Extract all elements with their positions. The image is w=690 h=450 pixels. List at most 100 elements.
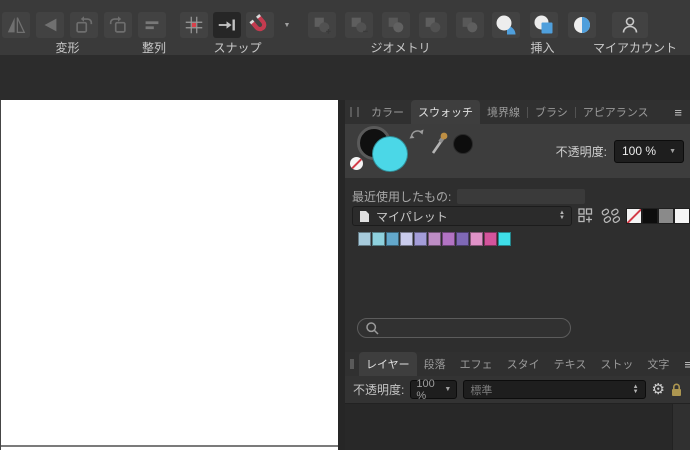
flip-horizontal-icon bbox=[5, 14, 27, 36]
opacity-value: 100 % bbox=[622, 144, 656, 158]
my-account-button[interactable] bbox=[612, 12, 648, 38]
add-swatch-button[interactable] bbox=[578, 208, 595, 224]
tab-stroke[interactable]: 境界線 bbox=[480, 100, 527, 124]
tab-color[interactable]: カラー bbox=[364, 100, 411, 124]
fill-color-well[interactable] bbox=[372, 136, 408, 172]
flip-vertical-icon bbox=[39, 14, 61, 36]
workspace: カラー スウォッチ 境界線 ブラシ アピアランス ≡ bbox=[0, 100, 690, 450]
palette-row: マイパレット ▲▼ bbox=[352, 206, 690, 226]
toolbar-group-label-geometry: ジオメトリ bbox=[358, 39, 443, 56]
tab-styles[interactable]: スタイ bbox=[500, 352, 547, 376]
swatch-none[interactable] bbox=[626, 208, 642, 224]
palette-swatch[interactable] bbox=[484, 232, 497, 246]
edit-palette-button[interactable] bbox=[601, 208, 620, 224]
swatch-black[interactable] bbox=[642, 208, 658, 224]
panel-drag-handle-icon[interactable] bbox=[350, 359, 354, 369]
hamburger-menu-icon: ≡ bbox=[674, 105, 682, 120]
tab-stock[interactable]: ストッ bbox=[593, 352, 640, 376]
geometry-add-icon bbox=[311, 14, 333, 36]
toolbar-group-label-align: 整列 bbox=[114, 39, 194, 56]
swatch-search-input[interactable] bbox=[357, 318, 571, 338]
hamburger-menu-icon: ≡ bbox=[684, 357, 690, 372]
opacity-control: 不透明度: 100 % ▼ bbox=[556, 124, 684, 178]
gear-icon: ⚙ bbox=[652, 380, 665, 398]
lock-icon[interactable] bbox=[671, 383, 682, 397]
window-bottom-edge bbox=[1, 445, 338, 447]
color-selector-band: 不透明度: 100 % ▼ bbox=[345, 124, 690, 178]
tab-swatches[interactable]: スウォッチ bbox=[411, 100, 480, 124]
palette-swatch[interactable] bbox=[456, 232, 469, 246]
tab-appearance[interactable]: アピアランス bbox=[576, 100, 656, 124]
tab-text[interactable]: テキス bbox=[547, 352, 594, 376]
toolbar-group-label-snap: スナップ bbox=[195, 39, 280, 56]
stepper-arrows-icon: ▲▼ bbox=[633, 385, 639, 395]
layer-settings-button[interactable]: ⚙ bbox=[652, 382, 665, 397]
align-button[interactable] bbox=[138, 12, 166, 38]
layers-list-area[interactable] bbox=[345, 404, 690, 450]
tab-effects[interactable]: エフェ bbox=[453, 352, 500, 376]
palette-select[interactable]: マイパレット ▲▼ bbox=[352, 206, 572, 226]
swatches-panel-menu-button[interactable]: ≡ bbox=[666, 100, 690, 124]
panel-drag-handle-icon[interactable] bbox=[350, 107, 359, 117]
palette-swatch[interactable] bbox=[414, 232, 427, 246]
palette-swatch[interactable] bbox=[442, 232, 455, 246]
palette-swatch[interactable] bbox=[400, 232, 413, 246]
palette-swatch[interactable] bbox=[428, 232, 441, 246]
palette-swatch[interactable] bbox=[498, 232, 511, 246]
geometry-subtract-button[interactable] bbox=[345, 12, 373, 38]
insert-behind-icon bbox=[495, 14, 517, 36]
tab-brushes[interactable]: ブラシ bbox=[528, 100, 575, 124]
swatch-white[interactable] bbox=[674, 208, 690, 224]
layers-opacity-label: 不透明度: bbox=[353, 381, 404, 398]
insert-on-top-button[interactable] bbox=[530, 12, 558, 38]
document-canvas[interactable] bbox=[0, 100, 338, 450]
geometry-intersect-icon bbox=[385, 14, 407, 36]
palette-swatch[interactable] bbox=[386, 232, 399, 246]
swatch-search bbox=[357, 318, 571, 338]
swatches-tab-bar: カラー スウォッチ 境界線 ブラシ アピアランス ≡ bbox=[345, 100, 690, 124]
toolbar-subbar bbox=[0, 55, 690, 101]
insert-inside-icon bbox=[571, 14, 593, 36]
palette-swatch[interactable] bbox=[358, 232, 371, 246]
picked-color-well[interactable] bbox=[453, 134, 473, 154]
no-fill-button[interactable] bbox=[350, 157, 363, 170]
quick-swatches bbox=[626, 208, 690, 224]
swap-arrows-icon bbox=[409, 127, 425, 140]
layers-panel-menu-button[interactable]: ≡ bbox=[676, 352, 690, 376]
flip-vertical-button[interactable] bbox=[36, 12, 64, 38]
snap-grid-button[interactable] bbox=[180, 12, 208, 38]
toolbar-group-label-account: マイアカウント bbox=[585, 39, 685, 56]
tab-paragraph[interactable]: 段落 bbox=[417, 352, 453, 376]
tab-layers[interactable]: レイヤー bbox=[359, 352, 417, 376]
layers-tab-bar: レイヤー 段落 エフェ スタイ テキス ストッ 文字 ≡ bbox=[345, 352, 690, 376]
snap-options-dropdown[interactable]: ▼ bbox=[280, 12, 294, 38]
rotate-cw-button[interactable] bbox=[70, 12, 98, 38]
color-picker-button[interactable] bbox=[429, 129, 451, 162]
swap-colors-button[interactable] bbox=[409, 127, 425, 145]
insert-behind-button[interactable] bbox=[492, 12, 520, 38]
layers-opacity-dropdown[interactable]: 100 % ▼ bbox=[410, 380, 457, 399]
snap-move-button[interactable] bbox=[213, 12, 241, 38]
toolbar-group-label-transform: 変形 bbox=[30, 39, 105, 56]
rotate-ccw-button[interactable] bbox=[104, 12, 132, 38]
recent-colors-strip[interactable] bbox=[457, 189, 585, 204]
palette-swatch[interactable] bbox=[470, 232, 483, 246]
align-icon bbox=[141, 14, 163, 36]
magnet-icon bbox=[249, 14, 272, 37]
opacity-dropdown[interactable]: 100 % ▼ bbox=[614, 140, 684, 163]
geometry-divide-button[interactable] bbox=[419, 12, 447, 38]
tab-character[interactable]: 文字 bbox=[640, 352, 676, 376]
stepper-arrows-icon: ▲▼ bbox=[559, 211, 565, 221]
geometry-combine-button[interactable] bbox=[456, 12, 484, 38]
insert-inside-button[interactable] bbox=[568, 12, 596, 38]
palette-swatch[interactable] bbox=[372, 232, 385, 246]
layers-scrollbar[interactable] bbox=[672, 404, 690, 450]
geometry-add-button[interactable] bbox=[308, 12, 336, 38]
top-toolbar: ▼ bbox=[0, 0, 690, 55]
flip-horizontal-button[interactable] bbox=[2, 12, 30, 38]
snap-magnet-button[interactable] bbox=[246, 12, 274, 38]
layers-controls-row: 不透明度: 100 % ▼ 標準 ▲▼ ⚙ bbox=[345, 376, 690, 404]
swatch-gray[interactable] bbox=[658, 208, 674, 224]
geometry-intersect-button[interactable] bbox=[382, 12, 410, 38]
blend-mode-dropdown[interactable]: 標準 ▲▼ bbox=[463, 380, 645, 399]
